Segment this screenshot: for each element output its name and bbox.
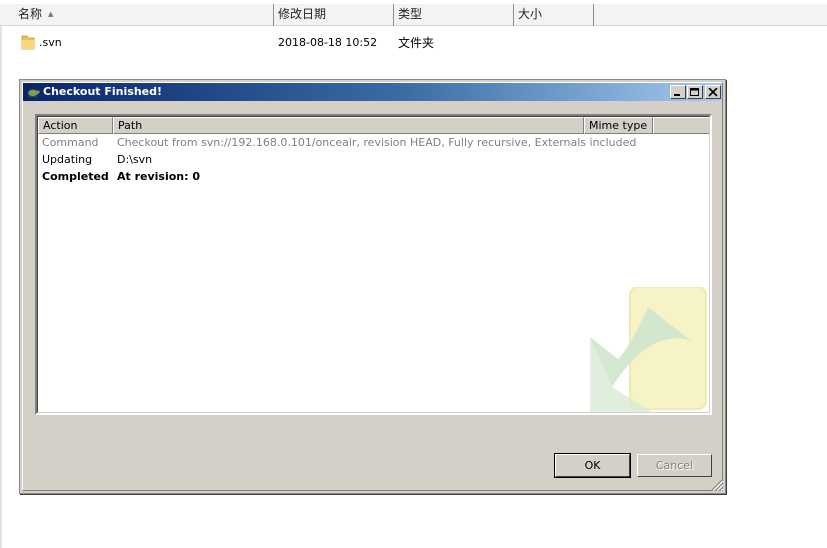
file-name: .svn [39, 36, 62, 49]
file-list-header: 名称 ▲ 修改日期 类型 大小 [0, 4, 827, 26]
file-modified: 2018-08-18 10:52 [278, 36, 378, 49]
column-type[interactable]: 类型 [394, 4, 514, 26]
maximize-button[interactable] [687, 85, 703, 99]
folder-icon [21, 35, 35, 50]
minimize-button[interactable] [670, 85, 686, 99]
header-action[interactable]: Action [38, 117, 113, 134]
file-row[interactable]: .svn 2018-08-18 10:52 文件夹 [0, 33, 827, 53]
maximize-icon [690, 88, 699, 96]
header-mime-type[interactable]: Mime type [584, 117, 653, 134]
action-list[interactable]: Action Path Mime type Command Checkout f… [35, 114, 712, 415]
list-item-updating[interactable]: Updating D:\svn [38, 151, 709, 168]
sort-up-icon: ▲ [48, 10, 54, 18]
dialog-title: Checkout Finished! [43, 85, 162, 98]
header-filler [653, 117, 709, 134]
action-list-inner: Action Path Mime type Command Checkout f… [37, 116, 710, 413]
resize-grip-icon[interactable] [711, 479, 723, 491]
dialog-titlebar[interactable]: Checkout Finished! [23, 83, 722, 101]
column-modified[interactable]: 修改日期 [274, 4, 394, 26]
ok-button[interactable]: OK [554, 453, 631, 478]
action-list-header: Action Path Mime type [38, 117, 709, 134]
tortoise-icon [27, 89, 40, 98]
close-icon [708, 88, 718, 97]
window-edge [0, 26, 2, 548]
list-item-command[interactable]: Command Checkout from svn://192.168.0.10… [38, 134, 709, 151]
column-name[interactable]: 名称 ▲ [14, 4, 274, 26]
close-button[interactable] [705, 85, 721, 99]
cancel-button[interactable]: Cancel [637, 454, 712, 477]
list-item-completed[interactable]: Completed At revision: 0 [38, 168, 709, 185]
checkout-dialog: Checkout Finished! Action Path Mime type… [19, 79, 726, 494]
minimize-icon [674, 94, 680, 96]
column-size[interactable]: 大小 [514, 4, 594, 26]
checkmark-watermark-icon [590, 287, 707, 412]
header-path[interactable]: Path [113, 117, 584, 134]
file-type: 文件夹 [398, 36, 435, 50]
